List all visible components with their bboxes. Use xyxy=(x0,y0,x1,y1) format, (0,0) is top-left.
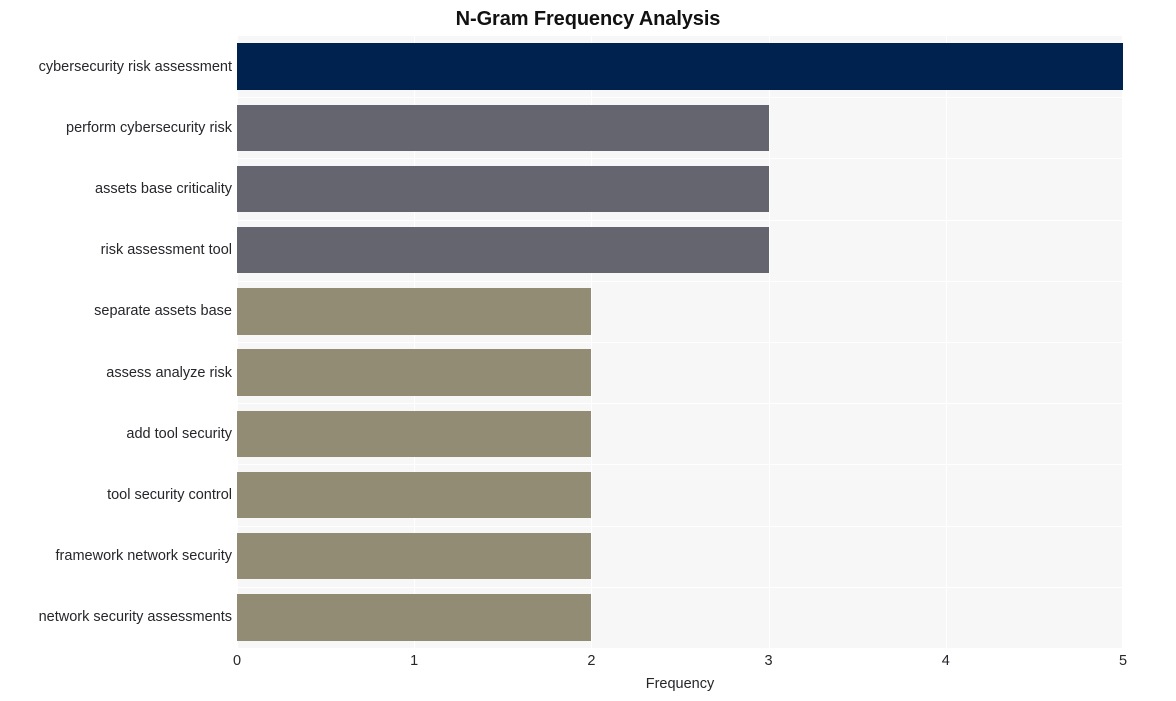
bar[interactable] xyxy=(237,594,592,641)
x-axis-title: Frequency xyxy=(645,676,715,692)
x-axis-tick-label: 2 xyxy=(587,653,596,669)
y-axis-tick-label: framework network security xyxy=(55,548,232,565)
bar[interactable] xyxy=(237,226,769,274)
x-axis-tick-label: 0 xyxy=(232,653,242,669)
y-axis-tick-label: assess analyze risk xyxy=(106,364,232,381)
bar[interactable] xyxy=(237,43,1123,90)
y-axis-tick-label: network security assessments xyxy=(38,609,232,626)
y-axis-tick-label: tool security control xyxy=(107,487,232,503)
chart-title: N-Gram Frequency Analysis xyxy=(455,8,721,30)
bar[interactable] xyxy=(237,471,592,519)
plot-area xyxy=(237,36,1123,648)
chart-figure: N-Gram Frequency Analysis cybersecurity … xyxy=(0,0,1176,701)
bar[interactable] xyxy=(237,288,592,335)
x-axis-tick-labels: 0 1 2 3 4 5 xyxy=(0,651,1176,675)
y-axis-tick-label: cybersecurity risk assessment xyxy=(38,58,232,75)
y-axis-tick-label: risk assessment tool xyxy=(100,242,232,259)
bar[interactable] xyxy=(237,410,592,458)
bar[interactable] xyxy=(237,104,769,152)
x-axis-tick-label: 5 xyxy=(1118,653,1128,669)
bar[interactable] xyxy=(237,165,769,213)
x-axis-tick-label: 4 xyxy=(941,653,950,669)
y-axis-tick-label: perform cybersecurity risk xyxy=(66,119,232,136)
y-axis-tick-labels: cybersecurity risk assessment perform cyb… xyxy=(0,36,232,648)
x-axis-tick-label: 3 xyxy=(764,653,773,669)
y-axis-tick-label: separate assets base xyxy=(94,303,232,320)
x-axis-tick-label: 1 xyxy=(410,653,419,669)
y-axis-tick-label: add tool security xyxy=(126,425,232,442)
y-axis-tick-label: assets base criticality xyxy=(95,181,232,197)
bar[interactable] xyxy=(237,532,592,580)
bar[interactable] xyxy=(237,349,592,396)
bars-container xyxy=(237,36,1123,648)
